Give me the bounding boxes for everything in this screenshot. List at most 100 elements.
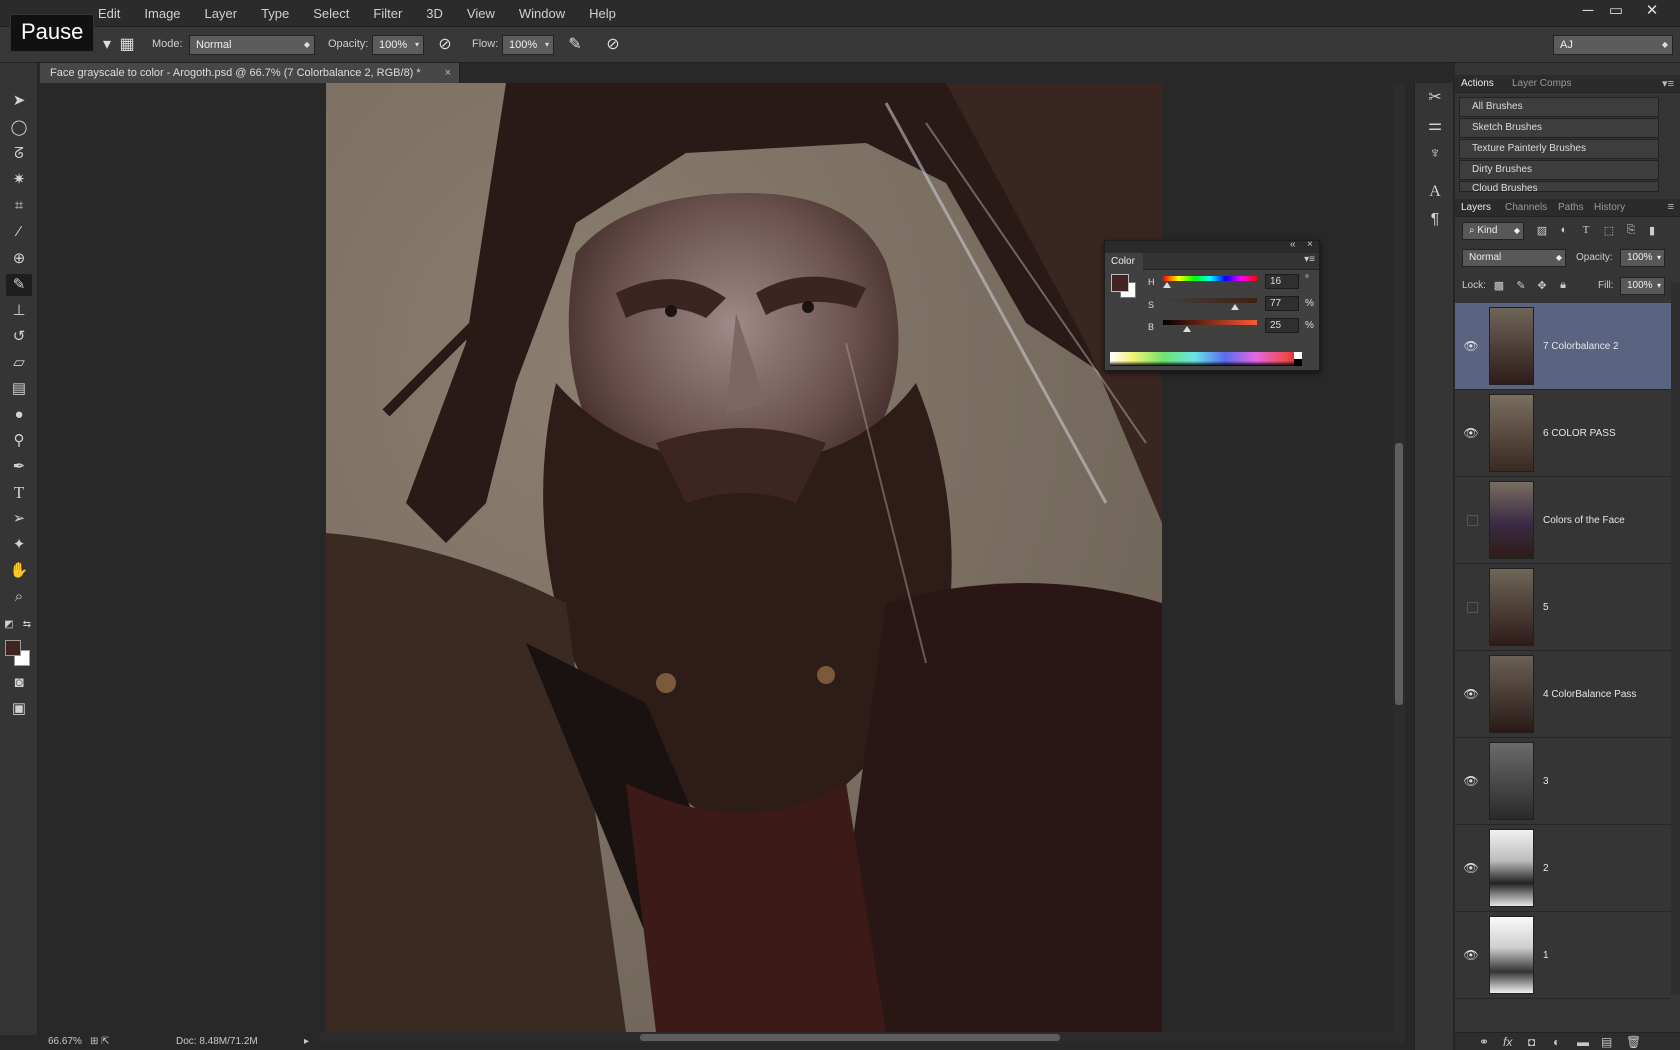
brush-presets-icon[interactable]: ♆ xyxy=(1423,143,1447,165)
menu-view[interactable]: View xyxy=(455,0,507,27)
layer-opacity-field[interactable]: 100% ▾ xyxy=(1620,249,1665,267)
visibility-toggle-empty[interactable] xyxy=(1467,515,1478,526)
blur-tool-icon[interactable]: ● xyxy=(6,404,32,426)
collapse-panel-icon[interactable]: « xyxy=(1290,239,1296,250)
zoom-level[interactable]: 66.67% xyxy=(48,1036,82,1047)
brightness-slider[interactable] xyxy=(1163,320,1257,325)
color-ramp-end-swatches[interactable] xyxy=(1294,352,1302,366)
share-icon[interactable]: ⊞ ⇱ xyxy=(90,1036,110,1047)
tab-layer-comps[interactable]: Layer Comps xyxy=(1512,78,1571,89)
visibility-eye-icon[interactable]: 👁︎ xyxy=(1463,425,1479,441)
opacity-field[interactable]: 100% ▾ xyxy=(372,35,424,55)
brush-preset-picker-icon[interactable]: ▾ xyxy=(96,35,118,55)
path-selection-tool-icon[interactable]: ➢ xyxy=(6,508,32,530)
brightness-input[interactable]: 25 xyxy=(1265,318,1299,333)
tool-presets-icon[interactable]: ✂ xyxy=(1423,87,1447,109)
lock-transparent-icon[interactable]: ▩ xyxy=(1492,279,1506,292)
visibility-eye-icon[interactable]: 👁︎ xyxy=(1463,773,1479,789)
magic-wand-tool-icon[interactable]: ✷ xyxy=(6,169,32,191)
menu-image[interactable]: Image xyxy=(132,0,192,27)
pause-tooltip[interactable]: Pause xyxy=(10,14,95,52)
lock-all-icon[interactable]: 🔒︎ xyxy=(1556,279,1570,292)
clone-stamp-tool-icon[interactable]: ⊥ xyxy=(6,300,32,322)
hue-slider[interactable] xyxy=(1163,276,1257,281)
brightness-slider-knob[interactable] xyxy=(1182,326,1191,332)
vertical-scroll-thumb[interactable] xyxy=(1395,443,1403,705)
brush-set-item[interactable]: Cloud Brushes xyxy=(1459,181,1659,192)
filter-adjustment-icon[interactable]: ◐ xyxy=(1557,224,1571,236)
hue-slider-knob[interactable] xyxy=(1163,282,1172,288)
blend-mode-select[interactable]: Normal ◆ xyxy=(1462,249,1566,267)
new-group-icon[interactable]: ▬ xyxy=(1577,1035,1589,1049)
history-brush-tool-icon[interactable]: ↺ xyxy=(6,326,32,348)
panel-menu-icon[interactable]: ▾≡ xyxy=(1304,254,1315,265)
gradient-tool-icon[interactable]: ▤ xyxy=(6,378,32,400)
dodge-tool-icon[interactable]: ⚲ xyxy=(6,430,32,452)
menu-type[interactable]: Type xyxy=(249,0,301,27)
layer-row[interactable]: 👁︎ 3 xyxy=(1455,738,1671,825)
filter-smart-object-icon[interactable]: ⎘ xyxy=(1624,224,1638,237)
quick-mask-icon[interactable]: ◙ xyxy=(6,672,32,694)
document-tab[interactable]: Face grayscale to color - Arogoth.psd @ … xyxy=(40,63,460,83)
zoom-tool-icon[interactable]: ⌕ xyxy=(6,586,32,608)
maximize-button[interactable]: ▭ xyxy=(1602,0,1630,24)
brush-set-item[interactable]: All Brushes xyxy=(1459,97,1659,117)
layer-row[interactable]: 👁︎ 7 Colorbalance 2 xyxy=(1455,303,1671,390)
eyedropper-tool-icon[interactable]: ⁄ xyxy=(6,221,32,243)
default-colors-icon[interactable]: ◩ xyxy=(2,614,16,636)
layer-row[interactable]: Colors of the Face xyxy=(1455,477,1671,564)
foreground-color-chip[interactable] xyxy=(1111,274,1129,292)
menu-layer[interactable]: Layer xyxy=(193,0,250,27)
saturation-slider-knob[interactable] xyxy=(1231,304,1240,310)
layer-row[interactable]: 👁︎ 2 xyxy=(1455,825,1671,912)
minimize-button[interactable]: ─ xyxy=(1574,0,1602,24)
screen-mode-icon[interactable]: ▣ xyxy=(6,698,32,720)
brush-set-item[interactable]: Sketch Brushes xyxy=(1459,118,1659,138)
custom-shape-tool-icon[interactable]: ✦ xyxy=(6,534,32,556)
lock-position-icon[interactable]: ✥ xyxy=(1535,279,1549,292)
character-icon[interactable]: A xyxy=(1423,181,1447,203)
filter-shape-icon[interactable]: ⬚ xyxy=(1602,224,1616,237)
saturation-slider[interactable] xyxy=(1163,298,1257,303)
new-layer-icon[interactable]: ▤ xyxy=(1601,1035,1612,1049)
lock-pixels-icon[interactable]: ✎ xyxy=(1514,279,1528,292)
brush-panel-toggle-icon[interactable]: ▦ xyxy=(116,35,138,55)
visibility-eye-icon[interactable]: 👁︎ xyxy=(1463,338,1479,354)
menu-3d[interactable]: 3D xyxy=(414,0,455,27)
menu-select[interactable]: Select xyxy=(301,0,361,27)
kind-filter-select[interactable]: ⌕ Kind ◆ xyxy=(1462,222,1524,240)
pressure-size-icon[interactable]: ⊘ xyxy=(602,35,624,55)
menu-help[interactable]: Help xyxy=(577,0,628,27)
layer-row[interactable]: 5 xyxy=(1455,564,1671,651)
lasso-tool-icon[interactable]: ᘔ xyxy=(6,143,32,165)
swap-colors-icon[interactable]: ⇆ xyxy=(20,614,34,636)
add-mask-icon[interactable]: ◘ xyxy=(1528,1035,1535,1049)
vertical-scrollbar[interactable] xyxy=(1393,83,1405,1032)
paragraph-icon[interactable]: ¶ xyxy=(1423,209,1447,231)
close-panel-icon[interactable]: × xyxy=(1307,239,1313,250)
tab-paths[interactable]: Paths xyxy=(1558,202,1584,213)
tab-actions[interactable]: Actions xyxy=(1461,78,1494,89)
layer-style-icon[interactable]: fx xyxy=(1503,1035,1512,1049)
filter-type-icon[interactable]: T xyxy=(1579,224,1593,236)
canvas[interactable] xyxy=(326,83,1162,1032)
filter-pixel-icon[interactable]: ▨ xyxy=(1535,224,1549,237)
panel-menu-icon[interactable]: ▾≡ xyxy=(1662,77,1674,90)
hue-input[interactable]: 16 xyxy=(1265,274,1299,289)
fill-field[interactable]: 100% ▾ xyxy=(1620,277,1665,295)
visibility-eye-icon[interactable]: 👁︎ xyxy=(1463,860,1479,876)
layer-row[interactable]: 👁︎ 6 COLOR PASS xyxy=(1455,390,1671,477)
link-layers-icon[interactable]: ⚭ xyxy=(1479,1035,1489,1049)
menu-filter[interactable]: Filter xyxy=(361,0,414,27)
adjustments-icon[interactable]: ⚌ xyxy=(1423,115,1447,137)
tab-history[interactable]: History xyxy=(1594,202,1625,213)
delete-layer-icon[interactable]: 🗑︎ xyxy=(1626,1035,1641,1049)
elliptical-marquee-tool-icon[interactable]: ◯ xyxy=(6,117,32,139)
tab-layers[interactable]: Layers xyxy=(1461,202,1491,213)
flow-field[interactable]: 100% ▾ xyxy=(502,35,554,55)
panel-menu-icon[interactable]: ≡ xyxy=(1668,201,1674,213)
pressure-opacity-icon[interactable]: ⊘ xyxy=(434,35,456,55)
status-menu-arrow-icon[interactable]: ▸ xyxy=(304,1036,309,1047)
adjustment-layer-icon[interactable]: ◐ xyxy=(1553,1035,1560,1049)
visibility-eye-icon[interactable]: 👁︎ xyxy=(1463,686,1479,702)
